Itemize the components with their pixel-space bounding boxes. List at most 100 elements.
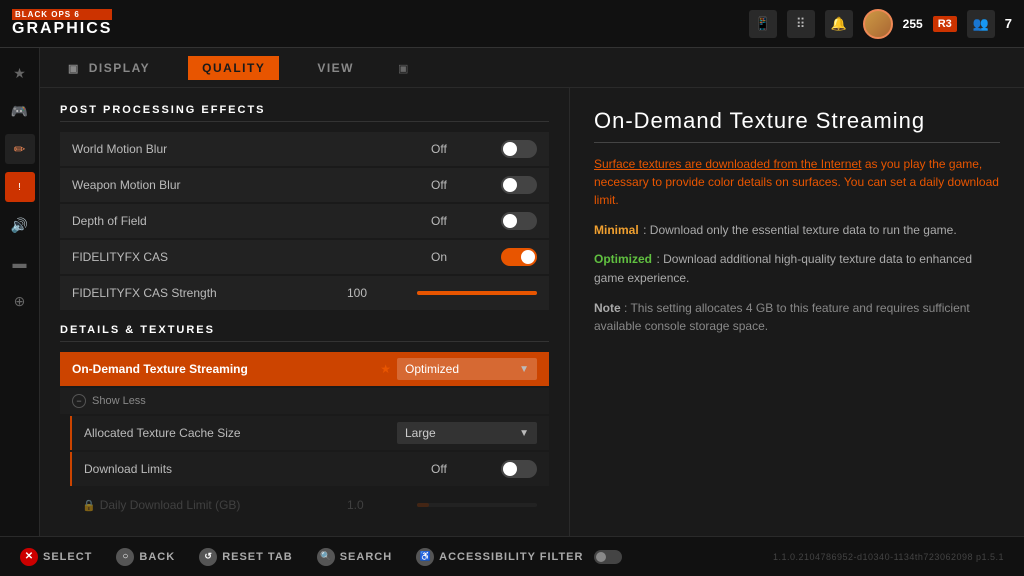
depth-of-field-label: Depth of Field (72, 214, 431, 228)
details-textures-section: DETAILS & TEXTURES On-Demand Texture Str… (60, 324, 549, 522)
reset-tab-action[interactable]: ↺ RESET TAB (199, 548, 293, 566)
tab-quality[interactable]: QUALITY (188, 56, 279, 80)
fidelityfx-cas-strength-value: 100 (347, 286, 407, 300)
back-label: BACK (139, 551, 175, 563)
tab-view[interactable]: VIEW (309, 56, 362, 80)
post-processing-title: POST PROCESSING EFFECTS (60, 104, 549, 122)
tech-info: 1.1.0.2104786952-d10340-1134th723062098 … (773, 552, 1004, 562)
world-motion-blur-toggle[interactable] (501, 140, 537, 158)
download-limits-value: Off (431, 462, 491, 476)
depth-of-field-value: Off (431, 214, 491, 228)
weapon-motion-blur-label: Weapon Motion Blur (72, 178, 431, 192)
daily-download-slider (417, 503, 537, 507)
info-note: Note : This setting allocates 4 GB to th… (594, 299, 1000, 335)
rank-badge: R3 (933, 16, 957, 32)
tab-display-label: DISPLAY (89, 61, 150, 75)
reset-tab-label: RESET TAB (222, 551, 293, 563)
sidebar-item-notification[interactable]: ! (5, 172, 35, 202)
select-action[interactable]: ✕ SELECT (20, 548, 92, 566)
show-less-row[interactable]: − Show Less (60, 388, 549, 414)
sidebar: ★ 🎮 ✏ ! 🔊 ▬ ⊕ (0, 48, 40, 536)
phone-icon[interactable]: 📱 (749, 10, 777, 38)
info-minimal-keyword: Minimal (594, 223, 639, 237)
sidebar-item-network[interactable]: ⊕ (5, 286, 35, 316)
sidebar-item-display[interactable]: ▬ (5, 248, 35, 278)
info-orange-link: Surface textures are downloaded from the… (594, 157, 862, 171)
on-demand-label: On-Demand Texture Streaming (72, 362, 374, 376)
accessibility-button-icon: ♿ (416, 548, 434, 566)
tab-display[interactable]: ▣ DISPLAY (60, 56, 158, 80)
info-note-keyword: Note (594, 301, 621, 315)
daily-download-value: 1.0 (347, 498, 407, 512)
on-demand-value: Optimized (405, 362, 459, 376)
fidelityfx-cas-label: FIDELITYFX CAS (72, 250, 431, 264)
search-button-icon: 🔍 (317, 548, 335, 566)
tab-view-label: VIEW (317, 61, 354, 75)
info-optimized-section: Optimized : Download additional high-qua… (594, 250, 1000, 288)
display-tab-icon: ▣ (68, 63, 80, 75)
bottom-bar: ✕ SELECT ○ BACK ↺ RESET TAB 🔍 SEARCH ♿ A… (0, 536, 1024, 576)
player-level: 255 (903, 17, 923, 31)
info-note-text: : This setting allocates 4 GB to this fe… (594, 301, 970, 333)
setting-world-motion-blur: World Motion Blur Off (60, 132, 549, 166)
select-label: SELECT (43, 551, 92, 563)
info-minimal-section: Minimal : Download only the essential te… (594, 221, 1000, 240)
info-optimized-keyword: Optimized (594, 252, 652, 266)
download-limits-toggle[interactable] (501, 460, 537, 478)
info-minimal-text: : Download only the essential texture da… (643, 223, 957, 237)
show-less-label: Show Less (92, 395, 146, 407)
fidelityfx-cas-value: On (431, 250, 491, 264)
grid-icon[interactable]: ⠿ (787, 10, 815, 38)
info-panel: On-Demand Texture Streaming Surface text… (570, 88, 1024, 536)
tab-extra-icon[interactable]: ▣ (398, 59, 408, 77)
search-action[interactable]: 🔍 SEARCH (317, 548, 392, 566)
setting-on-demand-texture-streaming[interactable]: On-Demand Texture Streaming ★ Optimized … (60, 352, 549, 386)
accessibility-label: ACCESSIBILITY FILTER (439, 551, 583, 563)
setting-allocated-texture-cache: Allocated Texture Cache Size Large ▼ (70, 416, 549, 450)
fidelityfx-cas-strength-slider[interactable] (417, 291, 537, 295)
allocated-texture-dropdown[interactable]: Large ▼ (397, 422, 537, 444)
world-motion-blur-value: Off (431, 142, 491, 156)
on-demand-dropdown[interactable]: Optimized ▼ (397, 358, 537, 380)
logo-page-title: GRAPHICS (12, 20, 112, 38)
back-action[interactable]: ○ BACK (116, 548, 175, 566)
top-bar: BLACK OPS 6 GRAPHICS 📱 ⠿ 🔔 255 R3 👥 7 (0, 0, 1024, 48)
depth-of-field-toggle[interactable] (501, 212, 537, 230)
download-limits-label: Download Limits (84, 462, 431, 476)
main-content: ▣ DISPLAY QUALITY VIEW ▣ POST PROCESSING… (40, 48, 1024, 536)
accessibility-action[interactable]: ♿ ACCESSIBILITY FILTER (416, 548, 622, 566)
reset-tab-button-icon: ↺ (199, 548, 217, 566)
back-button-icon: ○ (116, 548, 134, 566)
sidebar-item-audio[interactable]: 🔊 (5, 210, 35, 240)
daily-download-label: Daily Download Limit (GB) (100, 498, 347, 512)
setting-weapon-motion-blur: Weapon Motion Blur Off (60, 168, 549, 202)
world-motion-blur-label: World Motion Blur (72, 142, 431, 156)
fidelityfx-cas-toggle[interactable] (501, 248, 537, 266)
avatar[interactable] (863, 9, 893, 39)
setting-depth-of-field: Depth of Field Off (60, 204, 549, 238)
search-label: SEARCH (340, 551, 392, 563)
accessibility-toggle[interactable] (594, 550, 622, 564)
party-count: 7 (1005, 16, 1012, 31)
allocated-texture-value: Large (405, 426, 436, 440)
lock-icon: 🔒 (82, 499, 96, 512)
sidebar-item-controller[interactable]: 🎮 (5, 96, 35, 126)
sidebar-item-settings[interactable]: ✏ (5, 134, 35, 164)
top-bar-right: 📱 ⠿ 🔔 255 R3 👥 7 (749, 9, 1012, 39)
weapon-motion-blur-value: Off (431, 178, 491, 192)
show-less-icon: − (72, 394, 86, 408)
party-icon[interactable]: 👥 (967, 10, 995, 38)
content-area: POST PROCESSING EFFECTS World Motion Blu… (40, 88, 1024, 536)
tab-quality-label: QUALITY (202, 61, 265, 75)
weapon-motion-blur-toggle[interactable] (501, 176, 537, 194)
bell-icon[interactable]: 🔔 (825, 10, 853, 38)
logo-game-title: BLACK OPS 6 (12, 9, 112, 20)
details-textures-title: DETAILS & TEXTURES (60, 324, 549, 342)
info-title: On-Demand Texture Streaming (594, 108, 1000, 143)
sidebar-item-favorite[interactable]: ★ (5, 58, 35, 88)
star-icon: ★ (380, 362, 391, 376)
logo: BLACK OPS 6 GRAPHICS (12, 9, 112, 38)
info-description: Surface textures are downloaded from the… (594, 155, 1000, 209)
setting-fidelityfx-cas: FIDELITYFX CAS On (60, 240, 549, 274)
on-demand-dropdown-arrow: ▼ (519, 364, 529, 375)
